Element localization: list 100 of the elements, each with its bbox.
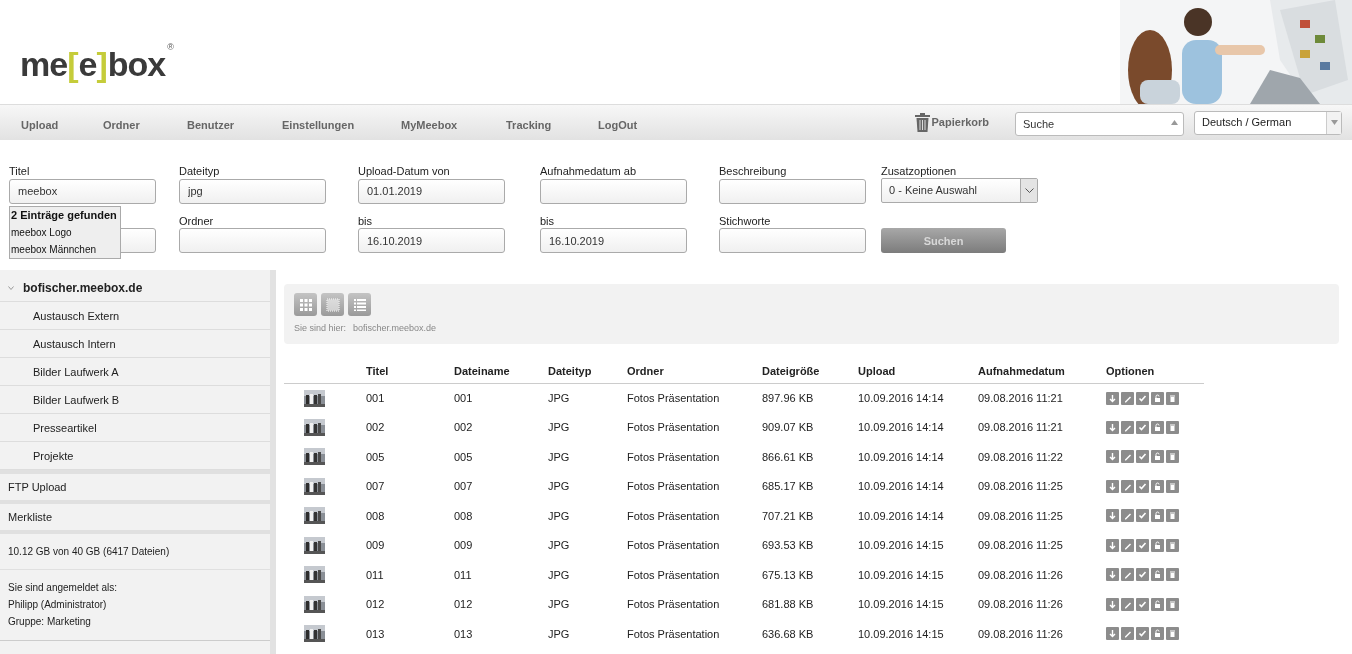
nav-link[interactable]: Einstellungen	[282, 117, 355, 134]
folder-item[interactable]: Bilder Laufwerk A	[0, 358, 270, 386]
option-button[interactable]	[1121, 627, 1134, 641]
column-header: Upload	[858, 360, 978, 383]
option-button[interactable]	[1136, 627, 1149, 641]
view-button[interactable]	[294, 293, 317, 316]
folder-item[interactable]: Austausch Extern	[0, 302, 270, 330]
option-button[interactable]	[1151, 568, 1164, 582]
option-button[interactable]	[1166, 479, 1179, 493]
option-button[interactable]	[1166, 450, 1179, 464]
nav-link[interactable]: Benutzer	[187, 117, 235, 134]
nav-link[interactable]: LogOut	[598, 117, 638, 134]
option-button[interactable]	[1151, 479, 1164, 493]
option-button[interactable]	[1136, 568, 1149, 582]
table-cell: 008	[366, 501, 454, 531]
option-button[interactable]	[1166, 568, 1179, 582]
table-cell: Fotos Präsentation	[627, 501, 762, 531]
option-button[interactable]	[1136, 450, 1149, 464]
option-button[interactable]	[1166, 597, 1179, 611]
logo-bracket: [	[67, 44, 79, 85]
nav-link[interactable]: MyMeebox	[401, 117, 458, 134]
search-field[interactable]: Suche	[1015, 111, 1184, 136]
option-button[interactable]	[1166, 509, 1179, 523]
option-button[interactable]	[1106, 597, 1119, 611]
input-field[interactable]	[540, 178, 687, 204]
folder-item[interactable]: Bilder Laufwerk B	[0, 386, 270, 414]
nav-link[interactable]: Tracking	[506, 117, 552, 134]
input-field[interactable]: 16.10.2019	[540, 228, 687, 253]
results-heading: 2 Einträge gefunden	[11, 208, 118, 223]
nav-link[interactable]: Ordner	[103, 117, 140, 134]
table-cell: 09.08.2016 11:26	[978, 619, 1106, 649]
input-field[interactable]	[179, 228, 326, 253]
input-field[interactable]	[719, 178, 866, 204]
option-button[interactable]	[1136, 391, 1149, 405]
option-button[interactable]	[1106, 479, 1119, 493]
table-cell: 09.08.2016 11:22	[978, 442, 1106, 472]
option-button[interactable]	[1121, 391, 1134, 405]
option-button[interactable]	[1106, 538, 1119, 552]
tree-root[interactable]: bofischer.meebox.de	[0, 274, 270, 302]
field-label: Titel	[9, 164, 31, 178]
option-button[interactable]	[1121, 450, 1134, 464]
option-button[interactable]	[1106, 420, 1119, 434]
language-select[interactable]: Deutsch / German	[1194, 110, 1342, 135]
option-button[interactable]	[1166, 420, 1179, 434]
table-cell: JPG	[548, 412, 627, 442]
folder-item[interactable]: Projekte	[0, 442, 270, 470]
table-cell: 09.08.2016 11:21	[978, 412, 1106, 442]
table-cell: 001	[366, 383, 454, 413]
option-button[interactable]	[1106, 627, 1119, 641]
option-button[interactable]	[1136, 479, 1149, 493]
table-cell: 013	[366, 619, 454, 649]
table-cell: 011	[366, 560, 454, 590]
folder-item[interactable]: Presseartikel	[0, 414, 270, 442]
option-button[interactable]	[1166, 538, 1179, 552]
option-button[interactable]	[1151, 627, 1164, 641]
view-button[interactable]	[348, 293, 371, 316]
option-button[interactable]	[1121, 568, 1134, 582]
option-button[interactable]	[1121, 509, 1134, 523]
option-button[interactable]	[1151, 420, 1164, 434]
option-button[interactable]	[1151, 391, 1164, 405]
option-button[interactable]	[1136, 538, 1149, 552]
login-info: Philipp (Administrator)	[8, 598, 108, 612]
input-field[interactable]: 01.01.2019	[358, 178, 505, 204]
table-cell: 011	[454, 560, 548, 590]
column-header: Ordner	[627, 360, 762, 383]
option-button[interactable]	[1151, 597, 1164, 611]
view-button[interactable]	[321, 293, 344, 316]
table-cell: Fotos Präsentation	[627, 560, 762, 590]
option-button[interactable]	[1166, 391, 1179, 405]
option-button[interactable]	[1136, 420, 1149, 434]
option-button[interactable]	[1121, 479, 1134, 493]
folder-item[interactable]: Austausch Intern	[0, 330, 270, 358]
nav-link[interactable]: Upload	[21, 117, 59, 134]
input-field[interactable]: jpg	[179, 178, 326, 204]
sidebar-section[interactable]: Merkliste	[0, 500, 270, 530]
option-button[interactable]	[1106, 509, 1119, 523]
option-button[interactable]	[1121, 597, 1134, 611]
option-button[interactable]	[1106, 450, 1119, 464]
suggestion-item[interactable]: meebox Männchen	[11, 241, 120, 258]
option-button[interactable]	[1151, 509, 1164, 523]
input-field[interactable]: 16.10.2019	[358, 228, 505, 253]
table-cell: 909.07 KB	[762, 412, 858, 442]
option-button[interactable]	[1136, 509, 1149, 523]
table-cell: 09.08.2016 11:26	[978, 589, 1106, 619]
option-button[interactable]	[1151, 450, 1164, 464]
table-cell: 09.08.2016 11:25	[978, 471, 1106, 501]
option-button[interactable]	[1106, 568, 1119, 582]
option-button[interactable]	[1121, 538, 1134, 552]
column-header: Dateigröße	[762, 360, 858, 383]
options-select[interactable]: 0 - Keine Auswahl	[881, 178, 1038, 203]
option-button[interactable]	[1166, 627, 1179, 641]
option-button[interactable]	[1121, 420, 1134, 434]
option-button[interactable]	[1136, 597, 1149, 611]
suggestion-item[interactable]: meebox Logo	[11, 224, 120, 241]
input-field[interactable]: meebox	[9, 178, 156, 204]
input-field[interactable]	[719, 228, 866, 253]
sidebar-section[interactable]: FTP Upload	[0, 470, 270, 500]
trash-link[interactable]: Papierkorb	[914, 113, 989, 132]
option-button[interactable]	[1151, 538, 1164, 552]
option-button[interactable]	[1106, 391, 1119, 405]
